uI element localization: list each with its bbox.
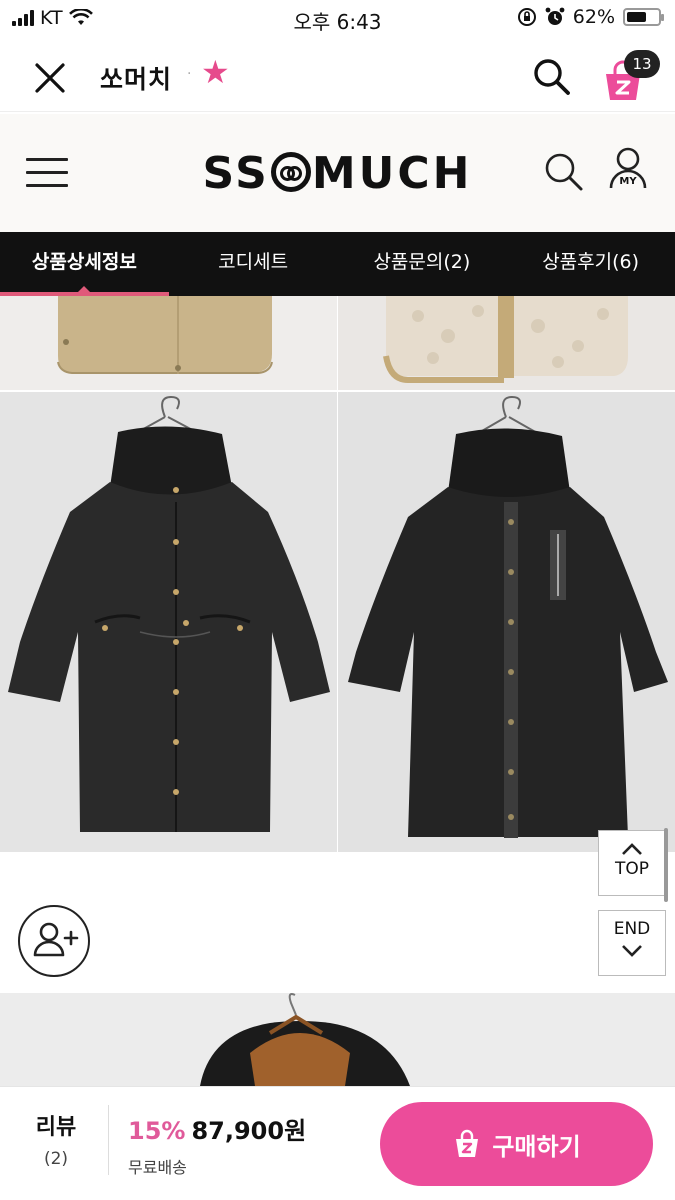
status-right: 62%	[517, 6, 664, 28]
review-count: (2)	[43, 1149, 69, 1169]
title-separator: ·	[187, 66, 192, 82]
app-header: 쏘머치 · ★ 13	[0, 40, 675, 112]
my-page-button[interactable]: MY	[606, 146, 650, 202]
tab-product-inquiry[interactable]: 상품문의(2)	[338, 232, 507, 296]
scroll-top-button[interactable]: TOP	[598, 830, 666, 896]
site-header: SS MUCH MY	[0, 114, 675, 232]
product-tabs: 상품상세정보 코디세트 상품문의(2) 상품후기(6)	[0, 232, 675, 296]
purchase-bar: 리뷰 (2) 15% 87,900원 무료배송 구매하기	[0, 1086, 675, 1200]
review-label: 리뷰	[35, 1115, 77, 1140]
tab-coordination-set[interactable]: 코디세트	[169, 232, 338, 296]
orientation-lock-icon	[517, 8, 536, 26]
price-block: 15% 87,900원 무료배송	[128, 1111, 306, 1178]
status-bar: KT 오후 6:43 62%	[0, 0, 675, 40]
tab-product-reviews[interactable]: 상품후기(6)	[506, 232, 675, 296]
logo-text-left: SS	[202, 148, 270, 199]
scrollbar[interactable]	[664, 828, 668, 902]
product-photo-fleece-lining	[338, 296, 675, 390]
favorite-star-icon[interactable]: ★	[201, 56, 230, 88]
buy-button[interactable]: 구매하기	[380, 1102, 653, 1186]
scroll-end-button[interactable]: END	[598, 910, 666, 976]
battery-percent: 62%	[572, 6, 615, 28]
price-line: 15% 87,900원	[128, 1111, 306, 1146]
shop-name: 쏘머치	[100, 65, 173, 94]
follow-button[interactable]	[18, 905, 90, 977]
battery-icon	[623, 8, 664, 26]
close-icon[interactable]	[28, 56, 72, 100]
product-detail-content: TOP END	[0, 296, 675, 1086]
search-icon[interactable]	[530, 55, 572, 97]
alarm-icon	[545, 7, 565, 25]
tab-product-details[interactable]: 상품상세정보	[0, 232, 169, 296]
product-photo-beige-coat	[0, 296, 337, 390]
my-label: MY	[619, 176, 637, 187]
chevron-up-icon	[622, 843, 642, 855]
cart-button[interactable]: 13	[600, 50, 660, 100]
logo-text-right: MUCH	[311, 148, 473, 199]
add-user-icon	[33, 922, 79, 957]
product-photo-fleece-hanger	[0, 993, 675, 1086]
discount-rate: 15%	[128, 1117, 186, 1145]
scroll-top-label: TOP	[614, 859, 650, 879]
product-photo-black-parka	[0, 392, 337, 852]
review-button[interactable]: 리뷰 (2)	[18, 1109, 94, 1169]
shopping-bag-icon	[456, 1129, 479, 1157]
scroll-end-label: END	[613, 919, 651, 939]
divider	[108, 1105, 109, 1175]
cart-count-badge: 13	[624, 50, 660, 78]
sale-price: 87,900원	[191, 1117, 307, 1145]
logo-face-icon	[270, 152, 311, 192]
chevron-down-icon	[622, 945, 642, 957]
shipping-info: 무료배송	[128, 1158, 187, 1177]
buy-label: 구매하기	[492, 1132, 581, 1161]
site-search-icon[interactable]	[542, 150, 584, 192]
product-photo-black-fleece-coat	[338, 392, 675, 852]
